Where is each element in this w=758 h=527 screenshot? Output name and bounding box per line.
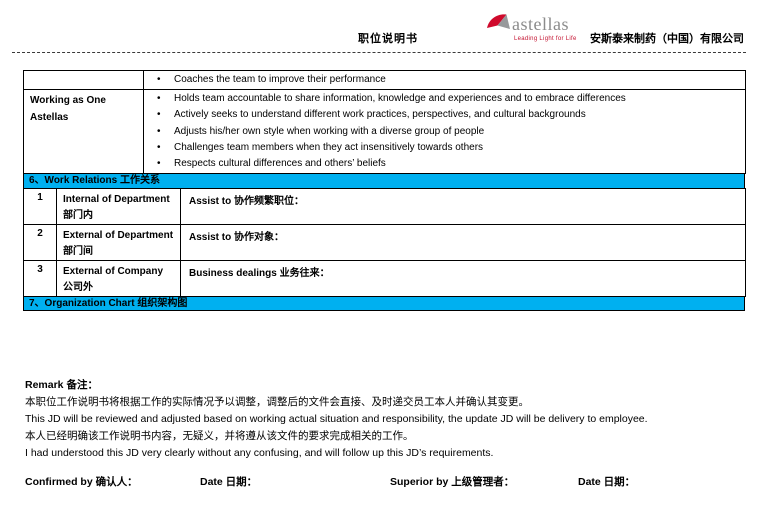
bullet-item: Respects cultural differences and others…	[144, 156, 741, 172]
work-relations-table: 1 Internal of Department 部门内 Assist to 协…	[23, 188, 746, 297]
bullet-item: Adjusts his/her own style when working w…	[144, 124, 741, 140]
remark-title: Remark 备注：	[25, 377, 745, 394]
jd-table: Coaches the team to improve their perfor…	[23, 70, 745, 311]
astellas-logo: astellas Leading Light for Life	[486, 11, 586, 49]
bullet-item: Actively seeks to understand different w…	[144, 107, 741, 123]
remark-line: I had understood this JD very clearly wi…	[25, 445, 745, 462]
relation-content: Assist to 协作对象：	[181, 225, 746, 261]
relation-label-zh: 公司外	[63, 280, 176, 296]
relation-content: Business dealings 业务往来：	[181, 261, 746, 297]
bullet-cell: Coaches the team to improve their perfor…	[144, 71, 746, 90]
table-row: Working as One Astellas Holds team accou…	[24, 90, 746, 174]
table-row: 1 Internal of Department 部门内 Assist to 协…	[24, 189, 746, 225]
bullet-item: Holds team accountable to share informat…	[144, 91, 741, 107]
relation-content: Assist to 协作频繁职位：	[181, 189, 746, 225]
relation-label: Internal of Department 部门内	[57, 189, 181, 225]
signoff-row: Confirmed by 确认人： Date 日期： Superior by 上…	[0, 474, 758, 494]
remark-block: Remark 备注： 本职位工作说明书将根据工作的实际情况予以调整，调整后的文件…	[25, 377, 745, 462]
astellas-brand-text: astellas	[512, 14, 569, 35]
competency-table: Coaches the team to improve their perfor…	[23, 70, 746, 174]
astellas-tagline: Leading Light for Life	[514, 36, 577, 42]
relation-label: External of Department 部门间	[57, 225, 181, 261]
row-number: 2	[24, 225, 57, 261]
relation-label-en: External of Department	[63, 228, 176, 244]
row-number: 3	[24, 261, 57, 297]
row-number: 1	[24, 189, 57, 225]
bullet-item: Challenges team members when they act in…	[144, 140, 741, 156]
empty-label-cell	[24, 71, 144, 90]
date-label: Date 日期：	[200, 474, 257, 489]
table-row: 3 External of Company 公司外 Business deali…	[24, 261, 746, 297]
superior-by-label: Superior by 上级管理者：	[390, 474, 514, 489]
table-row: 2 External of Department 部门间 Assist to 协…	[24, 225, 746, 261]
confirmed-by-label: Confirmed by 确认人：	[25, 474, 138, 489]
relation-label-zh: 部门间	[63, 244, 176, 260]
bullet-item: Coaches the team to improve their perfor…	[144, 72, 741, 88]
relation-label-en: External of Company	[63, 264, 176, 280]
section-header-work-relations: 6、Work Relations 工作关系	[23, 173, 745, 189]
date-label: Date 日期：	[578, 474, 635, 489]
company-name: 安斯泰来制药（中国）有限公司	[590, 30, 744, 46]
header-divider	[12, 52, 746, 53]
relation-label-zh: 部门内	[63, 208, 176, 224]
remark-line: 本职位工作说明书将根据工作的实际情况予以调整，调整后的文件会直接、及时递交员工本…	[25, 394, 745, 411]
bullet-cell: Holds team accountable to share informat…	[144, 90, 746, 174]
section-header-organization-chart: 7、Organization Chart 组织架构图	[23, 296, 745, 311]
astellas-star-icon	[486, 12, 512, 40]
doc-title: 职位说明书	[358, 30, 418, 46]
relation-label-en: Internal of Department	[63, 192, 176, 208]
relation-label: External of Company 公司外	[57, 261, 181, 297]
table-row: Coaches the team to improve their perfor…	[24, 71, 746, 90]
remark-line: This JD will be reviewed and adjusted ba…	[25, 411, 745, 428]
remark-line: 本人已经明确该工作说明书内容，无疑义，并将遵从该文件的要求完成相关的工作。	[25, 428, 745, 445]
working-as-one-label: Working as One Astellas	[24, 90, 144, 174]
